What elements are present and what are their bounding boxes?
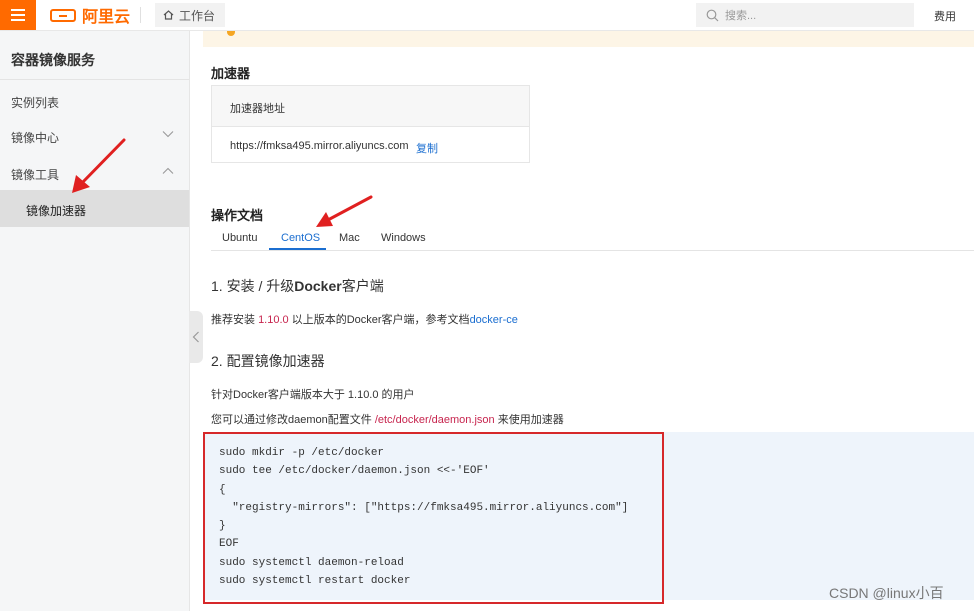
sidebar-item-image-accelerator[interactable]: 镜像加速器 — [0, 190, 189, 227]
section-title-bold: Docker — [294, 278, 342, 294]
sidebar-item-label: 镜像工具 — [11, 168, 60, 182]
config-note-suffix: 来使用加速器 — [494, 414, 564, 426]
install-recommendation: 推荐安装 1.10.0 以上版本的Docker客户端，参考文档docker-ce — [211, 311, 518, 327]
docs-heading: 操作文档 — [211, 208, 264, 223]
tab-windows[interactable]: Windows — [381, 232, 426, 244]
recommend-prefix: 推荐安装 — [211, 314, 259, 326]
sidebar-collapse-button[interactable] — [189, 311, 203, 363]
os-tabs: Ubuntu CentOS Mac Windows — [211, 224, 974, 251]
section-config-title: 2. 配置镜像加速器 — [211, 353, 325, 369]
chevron-up-icon — [162, 167, 174, 174]
watermark: CSDN @linux小百 — [829, 585, 944, 601]
chevron-left-icon — [192, 331, 199, 343]
accelerator-table: 加速器地址 https://fmksa495.mirror.aliyuncs.c… — [211, 85, 530, 163]
accelerator-heading: 加速器 — [211, 66, 251, 81]
sidebar-item-label: 实例列表 — [11, 96, 60, 110]
recommend-middle: 以上版本的Docker客户端，参考文档 — [288, 314, 470, 326]
version-note: 针对Docker客户端版本大于 1.10.0 的用户 — [211, 389, 415, 401]
workbench-label: 工作台 — [179, 8, 216, 23]
notice-banner — [203, 31, 974, 47]
warning-icon — [227, 31, 235, 36]
workbench-button[interactable]: 工作台 — [155, 3, 226, 27]
aliyun-logo-icon — [50, 8, 76, 22]
search-icon — [706, 9, 719, 21]
sidebar-item-label: 镜像加速器 — [26, 204, 87, 218]
home-icon — [163, 10, 174, 20]
divider — [0, 79, 189, 80]
config-note: 您可以通过修改daemon配置文件 /etc/docker/daemon.jso… — [211, 411, 564, 427]
section-title-suffix: 客户端 — [341, 278, 384, 294]
tab-ubuntu[interactable]: Ubuntu — [222, 232, 257, 244]
config-file-path: /etc/docker/daemon.json — [374, 414, 495, 426]
logo-text: 阿里云 — [82, 9, 131, 26]
fee-link[interactable]: 费用 — [934, 8, 956, 24]
recommend-version: 1.10.0 — [258, 314, 289, 326]
tab-centos[interactable]: CentOS — [281, 232, 320, 244]
table-header: 加速器地址 — [212, 86, 529, 127]
sidebar-item-image-tools[interactable]: 镜像工具 — [0, 154, 189, 191]
docker-ce-link[interactable]: docker-ce — [470, 314, 518, 326]
accelerator-url: https://fmksa495.mirror.aliyuncs.com — [230, 140, 409, 152]
section-install-title: 1. 安装 / 升级Docker客户端 — [211, 276, 384, 296]
aliyun-logo[interactable]: 阿里云 — [50, 4, 130, 26]
section-title-prefix: 1. 安装 / 升级 — [211, 278, 295, 294]
sidebar-item-instance-list[interactable]: 实例列表 — [0, 82, 189, 119]
divider — [140, 7, 141, 23]
sidebar-item-image-center[interactable]: 镜像中心 — [0, 117, 189, 154]
top-bar: 阿里云 工作台 搜索... 费用 — [0, 0, 974, 31]
search-placeholder: 搜索... — [725, 10, 757, 22]
sidebar-title: 容器镜像服务 — [11, 52, 95, 68]
sidebar-item-label: 镜像中心 — [11, 131, 60, 145]
search-input[interactable]: 搜索... — [696, 3, 914, 27]
menu-icon[interactable] — [0, 0, 36, 30]
highlight-box — [203, 432, 664, 604]
config-note-prefix: 您可以通过修改daemon配置文件 — [211, 414, 375, 426]
tab-mac[interactable]: Mac — [339, 232, 360, 244]
active-tab-indicator — [269, 248, 326, 250]
copy-link[interactable]: 复制 — [416, 140, 438, 156]
chevron-down-icon — [162, 131, 174, 138]
table-header-label: 加速器地址 — [230, 103, 285, 115]
sidebar: 容器镜像服务 实例列表 镜像中心 镜像工具 镜像加速器 — [0, 31, 190, 611]
